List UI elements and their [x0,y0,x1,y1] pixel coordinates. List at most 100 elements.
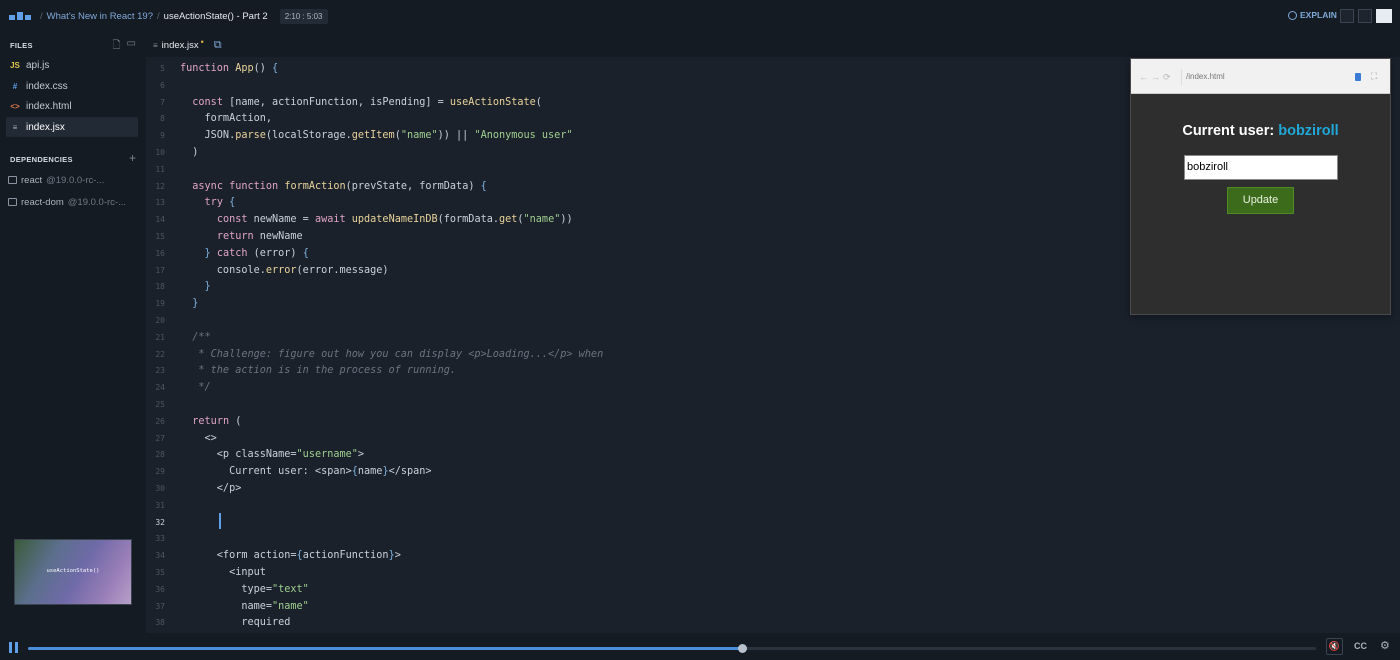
code-line[interactable]: 28 <p className="username"> [146,446,1106,463]
thumbnail-title: useActionState() [46,568,100,574]
dependency-item-react[interactable]: react @19.0.0-rc-... [8,171,104,189]
code-line[interactable]: 36 type="text" [146,581,1106,598]
preview-browser-bar: ←→⟳ /index.html ⛶ [1131,59,1390,94]
line-number: 37 [155,601,165,611]
breadcrumb-separator: / [157,11,160,22]
unsaved-dot-icon: • [200,37,204,47]
code-line[interactable]: 10 ) [146,144,1106,161]
code-line[interactable]: 37 name="name" [146,598,1106,615]
line-number: 18 [155,282,165,292]
preview-url[interactable]: /index.html [1181,69,1351,85]
pause-icon [15,642,18,653]
breadcrumb-lesson-title: useActionState() - Part 2 [163,11,268,22]
code-text: formAction, [180,113,273,125]
update-button[interactable]: Update [1227,187,1294,214]
captions-button[interactable]: CC [1354,641,1367,651]
tab-index-jsx[interactable]: ≡ index.jsx • ⧉ [150,33,225,57]
code-text: return ( [192,415,242,427]
dependency-version: @19.0.0-rc-... [46,174,105,186]
new-file-icon[interactable]: 🗋 [113,38,121,55]
code-line[interactable]: 33 [146,530,1106,547]
dependency-name: react-dom [21,196,64,208]
code-line[interactable]: 9 JSON.parse(localStorage.getItem("name"… [146,127,1106,144]
file-item-api-js[interactable]: JS api.js [6,55,138,75]
file-item-index-html[interactable]: <> index.html [6,96,138,116]
new-folder-icon[interactable]: ▭ [127,38,136,55]
code-line[interactable]: 34 <form action={actionFunction}> [146,547,1106,564]
line-number: 33 [155,534,165,544]
code-line[interactable]: 8 formAction, [146,110,1106,127]
layout-preview-button[interactable] [1376,9,1392,23]
mute-button[interactable]: 🔇 [1326,638,1343,655]
instructor-video-thumbnail[interactable]: useActionState() [14,539,132,605]
html-file-icon: <> [10,101,20,111]
settings-gear-icon[interactable]: ⚙ [1380,639,1390,652]
scrimba-logo-icon[interactable] [9,11,31,21]
code-line[interactable]: 14 const newName = await updateNameInDB(… [146,211,1106,228]
code-line[interactable]: 24 */ [146,379,1106,396]
layout-editor-button[interactable] [1358,9,1372,23]
code-line[interactable]: 7 const [name, actionFunction, isPending… [146,94,1106,111]
breadcrumb-course-link[interactable]: What's New in React 19? [47,11,153,22]
code-line[interactable]: 5 function App() { [146,60,1106,77]
line-number: 12 [155,181,165,191]
file-item-index-css[interactable]: # index.css [6,76,138,96]
css-file-icon: # [12,81,18,91]
line-number: 29 [155,467,165,477]
code-line[interactable]: 31 [146,497,1106,514]
pin-icon[interactable] [1355,73,1361,81]
layout-split-button[interactable] [1340,9,1354,23]
code-line[interactable]: 35 <input [146,564,1106,581]
code-text: JSON.parse(localStorage.getItem("name"))… [180,130,573,142]
dependency-item-react-dom[interactable]: react-dom @19.0.0-rc-... [8,193,126,211]
add-dependency-icon[interactable]: + [129,151,136,165]
tab-label: index.jsx [161,39,199,51]
line-number: 34 [155,551,165,561]
code-line[interactable]: 16 } catch (error) { [146,245,1106,262]
player-controls: 🔇 CC ⚙ [0,633,1400,660]
code-line[interactable]: 17 console.error(error.message) [146,262,1106,279]
code-text: <form action={actionFunction}> [180,550,401,562]
code-line[interactable]: 11 [146,161,1106,178]
code-line[interactable]: 29 Current user: <span>{name}</span> [146,463,1106,480]
name-input[interactable]: bobziroll [1184,155,1338,180]
line-number: 25 [155,400,165,409]
code-line[interactable]: 15 return newName [146,228,1106,245]
line-number: 20 [155,316,165,325]
top-bar: / What's New in React 19? / useActionSta… [0,0,1400,33]
line-number: 27 [155,433,165,443]
code-line[interactable]: 20 [146,312,1106,329]
file-actions: 🗋 ▭ [113,38,137,55]
code-text: return newName [216,231,303,242]
line-number: 31 [155,500,165,510]
progress-fill [28,647,743,650]
code-line[interactable]: 26 return ( [146,413,1106,430]
progress-scrubber[interactable] [738,644,748,653]
code-line[interactable]: 38 required [146,614,1106,631]
code-line[interactable]: 12 async function formAction(prevState, … [146,178,1106,195]
pause-button[interactable] [9,642,19,653]
expand-icon[interactable]: ⛶ [1371,71,1377,82]
new-file-icon[interactable]: ⧉ [214,39,222,52]
code-line[interactable]: 18 } [146,278,1106,295]
code-text: Current user: <span>{name}</span> [180,466,432,478]
explain-button[interactable]: EXPLAIN [1288,10,1337,20]
code-line[interactable]: 27 <> [146,430,1106,447]
code-line[interactable]: 13 try { [146,194,1106,211]
code-line[interactable]: 6 [146,77,1106,94]
js-file-icon: JS [10,60,20,70]
line-number: 17 [155,265,165,275]
file-item-index-jsx[interactable]: ≡ index.jsx [6,117,138,137]
code-text: try { [204,197,236,209]
code-line[interactable]: 23 * the action is in the process of run… [146,362,1106,379]
code-line[interactable]: 25 [146,396,1106,413]
code-line[interactable]: 19 } [146,295,1106,312]
browser-nav-icons[interactable]: ←→⟳ [1139,72,1174,83]
progress-track[interactable] [28,644,1316,653]
code-line[interactable]: 22 * Challenge: figure out how you can d… [146,346,1106,363]
line-number: 21 [155,332,165,342]
code-line[interactable]: 21 /** [146,329,1106,346]
code-line[interactable]: 32 [146,514,1106,531]
code-line[interactable]: 30 </p> [146,480,1106,497]
current-user-label: Current user: [1182,123,1279,139]
